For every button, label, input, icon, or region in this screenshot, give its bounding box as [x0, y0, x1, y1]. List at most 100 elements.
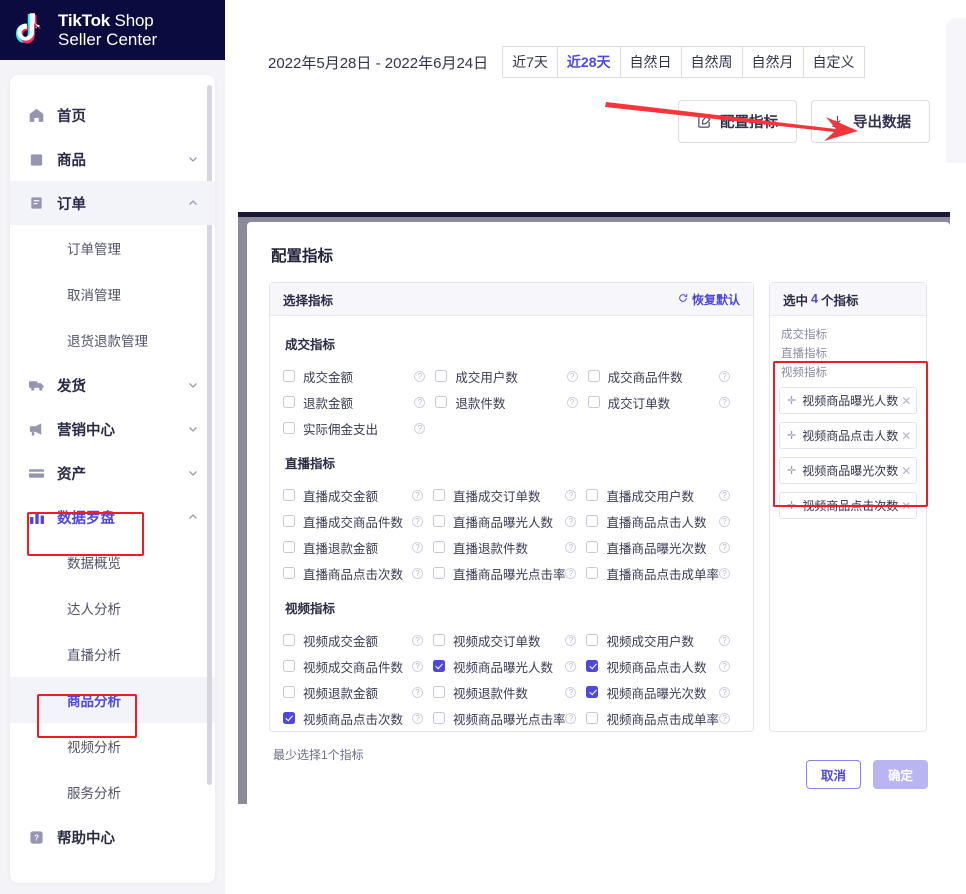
- sidebar-subitem-service-analysis[interactable]: 服务分析: [10, 769, 215, 815]
- sidebar-subitem-data-overview[interactable]: 数据概览: [10, 539, 215, 585]
- metric-item[interactable]: 视频商品曝光点击率?: [432, 705, 587, 731]
- drag-handle-icon[interactable]: ✛: [787, 394, 796, 407]
- sidebar-item-home[interactable]: 首页: [10, 93, 215, 137]
- checkbox-icon[interactable]: [432, 660, 445, 672]
- metric-item[interactable]: 成交金额?: [283, 363, 435, 389]
- checkbox-icon[interactable]: [586, 712, 599, 724]
- checkbox-icon[interactable]: [283, 370, 295, 382]
- remove-icon[interactable]: ✕: [898, 394, 911, 408]
- checkbox-icon[interactable]: [283, 422, 295, 434]
- sidebar-subitem-return-refund-management[interactable]: 退货退款管理: [10, 317, 215, 363]
- checkbox-icon[interactable]: [432, 634, 445, 646]
- selected-chip[interactable]: ✛ 视频商品点击次数 ✕: [779, 492, 917, 519]
- sidebar-subitem-cancel-management[interactable]: 取消管理: [10, 271, 215, 317]
- checkbox-icon[interactable]: [283, 515, 295, 527]
- date-preset-week[interactable]: 自然周: [681, 46, 743, 78]
- metric-item[interactable]: 直播商品曝光次数?: [586, 534, 740, 560]
- info-icon[interactable]: ?: [414, 422, 426, 434]
- checkbox-icon[interactable]: [586, 489, 599, 501]
- checkbox-icon[interactable]: [586, 567, 599, 579]
- checkbox-icon[interactable]: [432, 686, 445, 698]
- metric-item[interactable]: 视频商品曝光次数?: [586, 679, 740, 705]
- metric-item[interactable]: 直播商品曝光人数?: [432, 508, 587, 534]
- selected-chip[interactable]: ✛ 视频商品曝光人数 ✕: [779, 387, 917, 414]
- drag-handle-icon[interactable]: ✛: [787, 464, 796, 477]
- selected-chip[interactable]: ✛ 视频商品点击人数 ✕: [779, 422, 917, 449]
- checkbox-icon[interactable]: [432, 489, 445, 501]
- confirm-button[interactable]: 确定: [872, 760, 928, 789]
- info-icon[interactable]: ?: [718, 370, 730, 382]
- metric-item[interactable]: 视频成交商品件数?: [283, 653, 433, 679]
- info-icon[interactable]: ?: [411, 541, 423, 553]
- metric-item[interactable]: 视频商品点击次数?: [283, 705, 433, 731]
- metric-item[interactable]: 视频成交用户数?: [586, 627, 740, 653]
- info-icon[interactable]: ?: [565, 489, 577, 501]
- checkbox-icon[interactable]: [432, 541, 445, 553]
- metric-item[interactable]: 直播成交用户数?: [586, 482, 740, 508]
- info-icon[interactable]: ?: [411, 634, 423, 646]
- sidebar-subitem-live-analysis[interactable]: 直播分析: [10, 631, 215, 677]
- info-icon[interactable]: ?: [565, 660, 577, 672]
- info-icon[interactable]: ?: [411, 660, 423, 672]
- info-icon[interactable]: ?: [719, 660, 730, 672]
- metric-item[interactable]: 视频商品点击成单率?: [586, 705, 740, 731]
- checkbox-icon[interactable]: [586, 515, 599, 527]
- info-icon[interactable]: ?: [719, 541, 730, 553]
- info-icon[interactable]: ?: [566, 396, 578, 408]
- checkbox-icon[interactable]: [435, 396, 448, 408]
- checkbox-icon[interactable]: [435, 370, 448, 382]
- export-data-button[interactable]: 导出数据: [811, 100, 930, 143]
- info-icon[interactable]: ?: [565, 712, 577, 724]
- info-icon[interactable]: ?: [566, 370, 578, 382]
- metric-item[interactable]: 视频商品曝光人数?: [432, 653, 587, 679]
- info-icon[interactable]: ?: [719, 686, 730, 698]
- checkbox-icon[interactable]: [283, 489, 295, 501]
- sidebar-item-data-dashboard[interactable]: 数据罗盘: [10, 495, 215, 539]
- info-icon[interactable]: ?: [414, 396, 426, 408]
- checkbox-icon[interactable]: [586, 660, 599, 672]
- drag-handle-icon[interactable]: ✛: [787, 499, 796, 512]
- selected-chip[interactable]: ✛ 视频商品曝光次数 ✕: [779, 457, 917, 484]
- metric-item[interactable]: 视频成交订单数?: [432, 627, 587, 653]
- metric-item[interactable]: 视频退款件数?: [432, 679, 587, 705]
- metric-item[interactable]: 实际佣金支出?: [283, 415, 435, 441]
- checkbox-icon[interactable]: [283, 541, 295, 553]
- checkbox-icon[interactable]: [586, 541, 599, 553]
- drag-handle-icon[interactable]: ✛: [787, 429, 796, 442]
- checkbox-icon[interactable]: [283, 567, 295, 579]
- checkbox-icon[interactable]: [283, 686, 295, 698]
- remove-icon[interactable]: ✕: [898, 464, 911, 478]
- metric-item[interactable]: 直播成交金额?: [283, 482, 433, 508]
- date-preset-28d[interactable]: 近28天: [557, 46, 621, 78]
- cancel-button[interactable]: 取消: [805, 760, 861, 789]
- page-scroll-gutter[interactable]: [946, 18, 966, 163]
- metric-item[interactable]: 直播退款金额?: [283, 534, 433, 560]
- metric-item[interactable]: 成交商品件数?: [587, 363, 740, 389]
- info-icon[interactable]: ?: [411, 515, 423, 527]
- remove-icon[interactable]: ✕: [898, 499, 911, 513]
- metric-item[interactable]: 退款金额?: [283, 389, 435, 415]
- checkbox-icon[interactable]: [283, 396, 295, 408]
- metric-item[interactable]: 成交用户数?: [435, 363, 587, 389]
- info-icon[interactable]: ?: [565, 515, 577, 527]
- metric-item[interactable]: 直播成交商品件数?: [283, 508, 433, 534]
- metric-item[interactable]: 直播退款件数?: [432, 534, 587, 560]
- info-icon[interactable]: ?: [565, 634, 577, 646]
- metric-item[interactable]: 直播商品点击人数?: [586, 508, 740, 534]
- info-icon[interactable]: ?: [719, 515, 730, 527]
- metric-item[interactable]: 视频成交金额?: [283, 627, 433, 653]
- sidebar-subitem-product-analysis[interactable]: 商品分析: [10, 677, 215, 723]
- checkbox-icon[interactable]: [586, 686, 599, 698]
- info-icon[interactable]: ?: [411, 489, 423, 501]
- checkbox-icon[interactable]: [432, 515, 445, 527]
- sidebar-item-marketing[interactable]: 营销中心: [10, 407, 215, 451]
- info-icon[interactable]: ?: [414, 370, 426, 382]
- info-icon[interactable]: ?: [719, 567, 730, 579]
- checkbox-icon[interactable]: [283, 712, 295, 724]
- info-icon[interactable]: ?: [411, 686, 423, 698]
- checkbox-icon[interactable]: [432, 712, 445, 724]
- checkbox-icon[interactable]: [587, 396, 600, 408]
- date-preset-custom[interactable]: 自定义: [803, 46, 865, 78]
- metric-item[interactable]: 退款件数?: [435, 389, 587, 415]
- checkbox-icon[interactable]: [283, 660, 295, 672]
